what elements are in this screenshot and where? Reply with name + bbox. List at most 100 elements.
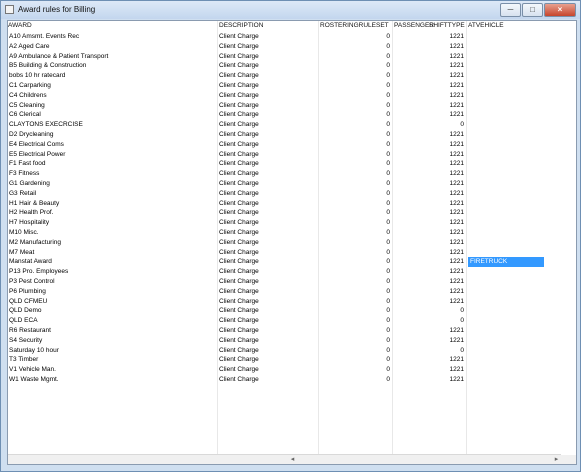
cell-award[interactable]: G1 Gardening xyxy=(9,179,215,189)
cell-description[interactable]: Client Charge xyxy=(219,169,316,179)
table-row[interactable]: H7 Hospitality Client Charge 0 1221 xyxy=(8,218,576,228)
cell-atvehicle[interactable] xyxy=(468,208,542,218)
cell-description[interactable]: Client Charge xyxy=(219,355,316,365)
cell-rosteringruleset[interactable]: 0 xyxy=(320,355,390,365)
table-row[interactable]: P3 Pest Control Client Charge 0 1221 xyxy=(8,277,576,287)
title-bar[interactable]: Award rules for Billing ─ □ × xyxy=(1,1,580,19)
cell-rosteringruleset[interactable]: 0 xyxy=(320,110,390,120)
cell-shifttype[interactable]: 1221 xyxy=(394,375,464,385)
cell-description[interactable]: Client Charge xyxy=(219,150,316,160)
cell-rosteringruleset[interactable]: 0 xyxy=(320,120,390,130)
cell-shifttype[interactable]: 1221 xyxy=(394,297,464,307)
cell-rosteringruleset[interactable]: 0 xyxy=(320,287,390,297)
horizontal-scrollbar[interactable]: ◂ ▸ xyxy=(8,454,561,464)
cell-shifttype[interactable]: 1221 xyxy=(394,42,464,52)
table-row[interactable]: R6 Restaurant Client Charge 0 1221 xyxy=(8,326,576,336)
cell-description[interactable]: Client Charge xyxy=(219,277,316,287)
table-row[interactable]: D2 Drycleaning Client Charge 0 1221 xyxy=(8,130,576,140)
cell-shifttype[interactable]: 0 xyxy=(394,306,464,316)
table-row[interactable]: C1 Carparking Client Charge 0 1221 xyxy=(8,81,576,91)
cell-shifttype[interactable]: 1221 xyxy=(394,228,464,238)
cell-atvehicle[interactable] xyxy=(468,306,542,316)
table-row[interactable]: M2 Manufacturing Client Charge 0 1221 xyxy=(8,238,576,248)
cell-award[interactable]: C1 Carparking xyxy=(9,81,215,91)
cell-shifttype[interactable]: 1221 xyxy=(394,257,464,267)
cell-award[interactable]: E4 Electrical Coms xyxy=(9,140,215,150)
cell-atvehicle[interactable] xyxy=(468,159,542,169)
cell-rosteringruleset[interactable]: 0 xyxy=(320,208,390,218)
cell-award[interactable]: D2 Drycleaning xyxy=(9,130,215,140)
table-row[interactable]: H2 Health Prof. Client Charge 0 1221 xyxy=(8,208,576,218)
cell-atvehicle[interactable] xyxy=(468,297,542,307)
cell-rosteringruleset[interactable]: 0 xyxy=(320,375,390,385)
cell-rosteringruleset[interactable]: 0 xyxy=(320,306,390,316)
data-grid[interactable]: AWARD DESCRIPTION ROSTERINGRULESET PASSE… xyxy=(8,21,576,457)
cell-award[interactable]: A10 Amsmt. Events Rec xyxy=(9,32,215,42)
cell-description[interactable]: Client Charge xyxy=(219,120,316,130)
table-row[interactable]: C4 Childrens Client Charge 0 1221 xyxy=(8,91,576,101)
cell-rosteringruleset[interactable]: 0 xyxy=(320,228,390,238)
cell-rosteringruleset[interactable]: 0 xyxy=(320,267,390,277)
cell-atvehicle[interactable] xyxy=(468,110,542,120)
cell-award[interactable]: F3 Fitness xyxy=(9,169,215,179)
cell-atvehicle[interactable] xyxy=(468,199,542,209)
cell-shifttype[interactable]: 0 xyxy=(394,120,464,130)
cell-atvehicle[interactable] xyxy=(468,346,542,356)
cell-shifttype[interactable]: 1221 xyxy=(394,159,464,169)
cell-shifttype[interactable]: 1221 xyxy=(394,199,464,209)
cell-award[interactable]: E5 Electrical Power xyxy=(9,150,215,160)
table-row[interactable]: C5 Cleaning Client Charge 0 1221 xyxy=(8,101,576,111)
cell-shifttype[interactable]: 1221 xyxy=(394,130,464,140)
cell-description[interactable]: Client Charge xyxy=(219,61,316,71)
resize-grip[interactable] xyxy=(561,455,576,464)
scroll-right-arrow-icon[interactable]: ▸ xyxy=(552,455,561,464)
cell-description[interactable]: Client Charge xyxy=(219,326,316,336)
cell-atvehicle[interactable] xyxy=(468,120,542,130)
cell-award[interactable]: P3 Pest Control xyxy=(9,277,215,287)
column-header-description[interactable]: DESCRIPTION xyxy=(219,21,263,30)
cell-description[interactable]: Client Charge xyxy=(219,208,316,218)
cell-shifttype[interactable]: 1221 xyxy=(394,336,464,346)
table-row[interactable]: V1 Vehicle Man. Client Charge 0 1221 xyxy=(8,365,576,375)
table-row[interactable]: QLD ECA Client Charge 0 0 xyxy=(8,316,576,326)
cell-shifttype[interactable]: 1221 xyxy=(394,326,464,336)
table-row[interactable]: Manstat Award Client Charge 0 1221 FIRETRUCK xyxy=(8,257,576,268)
cell-award[interactable]: QLD ECA xyxy=(9,316,215,326)
cell-rosteringruleset[interactable]: 0 xyxy=(320,150,390,160)
cell-rosteringruleset[interactable]: 0 xyxy=(320,238,390,248)
table-row[interactable]: P6 Plumbing Client Charge 0 1221 xyxy=(8,287,576,297)
table-row[interactable]: Saturday 10 hour Client Charge 0 0 xyxy=(8,346,576,356)
cell-description[interactable]: Client Charge xyxy=(219,91,316,101)
cell-description[interactable]: Client Charge xyxy=(219,257,316,267)
cell-description[interactable]: Client Charge xyxy=(219,248,316,258)
cell-atvehicle[interactable] xyxy=(468,179,542,189)
cell-shifttype[interactable]: 1221 xyxy=(394,287,464,297)
cell-atvehicle[interactable] xyxy=(468,71,542,81)
cell-award[interactable]: H7 Hospitality xyxy=(9,218,215,228)
cell-atvehicle[interactable] xyxy=(468,140,542,150)
cell-award[interactable]: A9 Ambulance & Patient Transport xyxy=(9,52,215,62)
cell-shifttype[interactable]: 1221 xyxy=(394,208,464,218)
column-header-shifttype[interactable]: SHIFTTYPE xyxy=(429,21,465,30)
table-row[interactable]: CLAYTONS EXECRCISE Client Charge 0 0 xyxy=(8,120,576,130)
cell-description[interactable]: Client Charge xyxy=(219,130,316,140)
cell-rosteringruleset[interactable]: 0 xyxy=(320,91,390,101)
cell-description[interactable]: Client Charge xyxy=(219,140,316,150)
cell-shifttype[interactable]: 1221 xyxy=(394,71,464,81)
cell-rosteringruleset[interactable]: 0 xyxy=(320,365,390,375)
cell-shifttype[interactable]: 1221 xyxy=(394,81,464,91)
cell-atvehicle[interactable] xyxy=(468,355,542,365)
cell-description[interactable]: Client Charge xyxy=(219,346,316,356)
cell-rosteringruleset[interactable]: 0 xyxy=(320,61,390,71)
table-row[interactable]: C6 Clerical Client Charge 0 1221 xyxy=(8,110,576,120)
grid-view[interactable]: AWARD DESCRIPTION ROSTERINGRULESET PASSE… xyxy=(7,20,577,465)
table-row[interactable]: G1 Gardening Client Charge 0 1221 xyxy=(8,179,576,189)
column-header-passenger[interactable]: PASSENGER xyxy=(394,21,434,30)
cell-award[interactable]: B5 Building & Construction xyxy=(9,61,215,71)
cell-rosteringruleset[interactable]: 0 xyxy=(320,140,390,150)
cell-shifttype[interactable]: 1221 xyxy=(394,365,464,375)
cell-description[interactable]: Client Charge xyxy=(219,306,316,316)
cell-award[interactable]: C5 Cleaning xyxy=(9,101,215,111)
cell-description[interactable]: Client Charge xyxy=(219,228,316,238)
cell-description[interactable]: Client Charge xyxy=(219,179,316,189)
